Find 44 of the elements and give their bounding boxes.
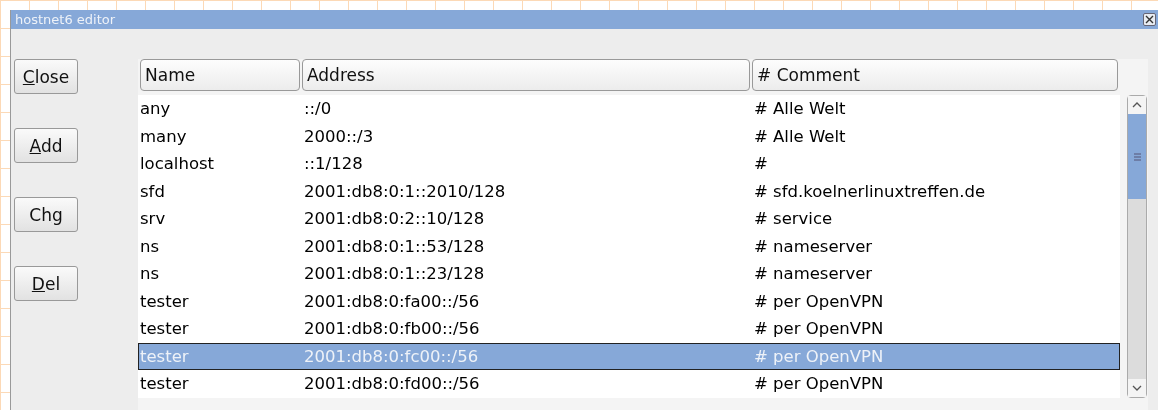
table-cell-text: 2001:db8:0:fa00::/56 [304, 291, 481, 311]
table-cell-text: srv [139, 209, 167, 229]
table-cell: # per OpenVPN [754, 319, 884, 339]
table-cell-text: ::1/128 [304, 154, 364, 174]
table-cell-text: 2001:db8:0:1::53/128 [304, 236, 486, 256]
dialog-button[interactable]: Add [14, 128, 78, 163]
table-cell-text: tester [139, 374, 190, 394]
table-cell-text: 2001:db8:0:1::2010/128 [304, 181, 507, 201]
table-cell: # nameserver [754, 236, 873, 256]
close-icon[interactable] [1143, 13, 1156, 26]
table-cell: # Alle Welt [754, 126, 846, 146]
dialog-button[interactable]: Del [14, 266, 78, 301]
window-title: hostnet6 editor [15, 12, 116, 27]
table-cell: # per OpenVPN [754, 374, 884, 394]
table-cell-text: 2001:db8:0:2::10/128 [304, 209, 486, 229]
table-cell-text: ns [139, 236, 161, 256]
scrollbar[interactable] [1127, 95, 1147, 398]
table-cell-text: ns [139, 264, 161, 284]
table-cell: # [754, 154, 768, 174]
column-header[interactable]: Address [302, 59, 750, 91]
table-cell: # Alle Welt [754, 99, 846, 119]
dialog-button[interactable]: Close [14, 59, 78, 94]
table-cell: # service [754, 209, 833, 229]
column-header[interactable]: # Comment [752, 59, 1118, 91]
table-cell-text: 2001:db8:0:fd00::/56 [304, 374, 481, 394]
table-cell-text: tester [139, 346, 190, 366]
table-cell-text: many [139, 126, 188, 146]
table-cell: # per OpenVPN [754, 346, 884, 366]
table-cell: # nameserver [754, 264, 873, 284]
table-cell-text: 2001:db8:0:fb00::/56 [304, 319, 481, 339]
table-cell-text: ::/0 [304, 99, 333, 119]
table-cell-text: tester [139, 319, 190, 339]
table-cell-text: tester [139, 291, 190, 311]
table-cell-text: 2000::/3 [304, 126, 375, 146]
table-cell: # per OpenVPN [754, 291, 884, 311]
table-cell-text: localhost [139, 154, 216, 174]
table-cell: # sfd.koelnerlinuxtreffen.de [754, 181, 986, 201]
table-cell-text: 2001:db8:0:fc00::/56 [304, 346, 480, 366]
table-cell-text: 2001:db8:0:1::23/128 [304, 264, 486, 284]
dialog-button[interactable]: Chg [14, 197, 78, 232]
column-header[interactable]: Name [140, 59, 300, 91]
grip-icon [1133, 152, 1141, 161]
table-cell-text: any [139, 99, 172, 119]
table-cell-text: sfd [139, 181, 166, 201]
